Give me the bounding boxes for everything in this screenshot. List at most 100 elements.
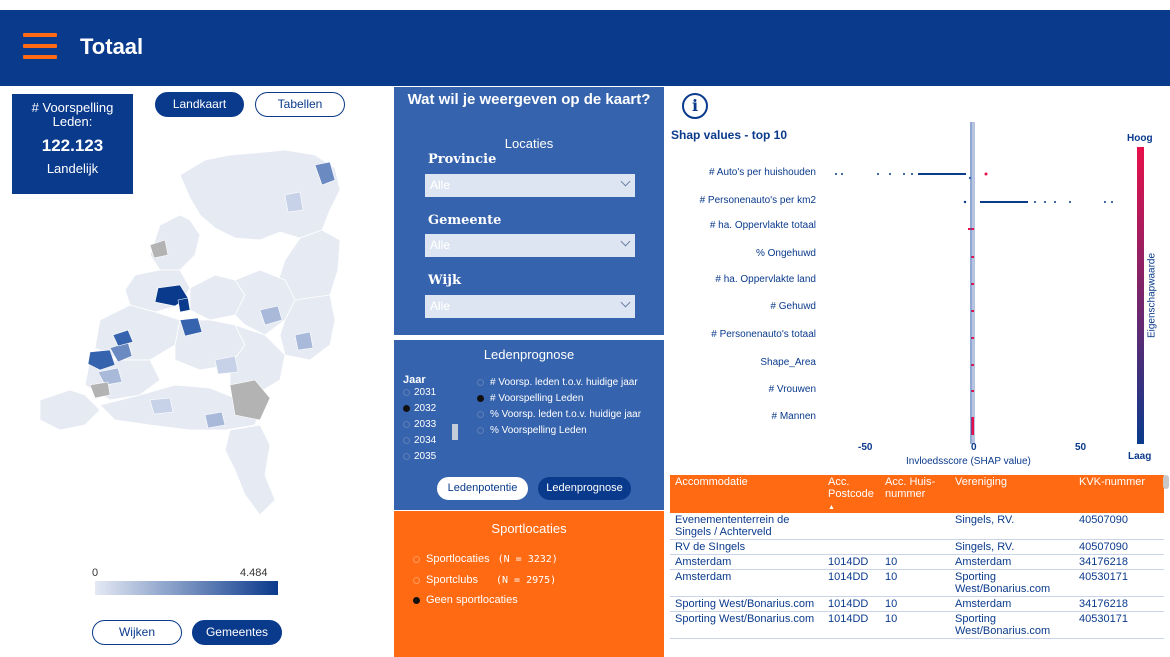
feature-label: % Ongehuwd [755,248,816,259]
chevron-down-icon [620,176,631,187]
map-legend-gradient [95,581,278,595]
table-cell: 10 [880,554,950,570]
year-label: 2034 [414,435,437,446]
table-cell: 34176218 [1074,596,1164,612]
info-icon[interactable]: i [682,93,708,119]
gemeentes-button[interactable]: Gemeentes [192,620,282,645]
jaar-label: Jaar [403,374,426,386]
option-voorspelling-leden[interactable]: # Voorspelling Leden [477,393,583,404]
map-region-amstelveen[interactable] [177,297,191,313]
gemeente-dropdown[interactable]: Alle [425,234,635,257]
year-list-scrollbar[interactable] [452,424,458,440]
option-label: % Voorspelling Leden [490,425,587,436]
map-region-gray-south[interactable] [89,381,111,399]
year-option-2032[interactable]: 2032 [403,403,436,414]
option-voorsp-leden-tov[interactable]: # Voorsp. leden t.o.v. huidige jaar [477,377,638,388]
feature-label: # Personenauto's totaal [711,329,816,340]
table-cell: Sporting West/Bonarius.com [950,569,1074,597]
year-option-2035[interactable]: 2035 [403,451,436,462]
option-count: (N = 2975) [495,574,557,586]
table-cell: 40530171 [1074,569,1164,597]
sport-option-sportclubs[interactable]: Sportclubs (N = 2975) [413,574,556,586]
filter-panel-title: Wat wil je weergeven op de kaart? [407,91,651,108]
year-option-2031[interactable]: 2031 [403,387,436,398]
table-cell: 40507090 [1074,513,1164,540]
table-cell: Sporting West/Bonarius.com [670,611,823,639]
year-label: 2031 [414,387,437,398]
radio-icon [477,411,484,418]
sport-option-sportlocaties[interactable]: Sportlocaties (N = 3232) [413,553,558,565]
table-row[interactable]: RV de SIngels Singels, RV. 40507090 [670,539,1164,555]
year-option-2034[interactable]: 2034 [403,435,436,446]
radio-icon [403,421,410,428]
wijk-dropdown[interactable]: Alle [425,295,635,318]
provincie-dropdown[interactable]: Alle [425,174,635,197]
table-cell: 1014DD [823,554,880,570]
feature-label: Shape_Area [760,357,816,368]
option-pct-voorsp-leden-tov[interactable]: % Voorsp. leden t.o.v. huidige jaar [477,409,641,420]
gemeente-label: Gemeente [428,213,502,228]
radio-selected-icon [477,395,484,402]
table-scrollbar[interactable] [1163,475,1169,489]
chevron-down-icon [620,236,631,247]
map-legend-max: 4.484 [240,567,268,579]
option-pct-voorspelling-leden[interactable]: % Voorspelling Leden [477,425,587,436]
radio-selected-icon [403,405,410,412]
table-cell: Sporting West/Bonarius.com [950,611,1074,639]
col-header-postcode[interactable]: Acc. Postcode ▲ [823,475,880,513]
radio-icon [403,453,410,460]
col-header-accommodatie[interactable]: Accommodatie [670,475,823,513]
table-cell [823,539,880,555]
year-label: 2033 [414,419,437,430]
tables-view-button[interactable]: Tabellen [255,92,345,117]
table-row[interactable]: Sporting West/Bonarius.com 1014DD 10 Amster… [670,596,1164,612]
colorbar-high-label: Hoog [1127,133,1153,144]
map-region-zeeland[interactable] [39,389,101,431]
radio-icon [403,437,410,444]
ledenprognose-button[interactable]: Ledenprognose [538,477,631,500]
radio-icon [413,555,420,563]
sport-option-geen[interactable]: Geen sportlocaties [413,594,518,606]
netherlands-choropleth-map[interactable] [30,120,360,520]
col-header-kvk[interactable]: KVK-nummer [1074,475,1164,513]
table-cell: 40530171 [1074,611,1164,639]
wijken-button[interactable]: Wijken [92,620,182,645]
option-label: # Voorsp. leden t.o.v. huidige jaar [490,377,638,388]
table-row[interactable]: Amsterdam 1014DD 10 Amsterdam 34176218 [670,554,1164,570]
option-label: Sportlocaties [426,553,490,565]
x-tick-50: 50 [1075,442,1087,453]
option-label: Geen sportlocaties [426,594,518,606]
colorbar-low-label: Laag [1128,451,1152,462]
top-strip [0,0,1170,10]
table-row[interactable]: Sporting West/Bonarius.com 1014DD 10 Sporti… [670,611,1164,639]
map-region-enschede[interactable] [294,331,314,351]
map-region-eindhoven[interactable] [204,411,226,429]
col-header-vereniging[interactable]: Vereniging [950,475,1074,513]
option-label: Sportclubs [426,574,478,586]
table-cell: 10 [880,569,950,597]
feature-label: # Gehuwd [770,301,816,312]
table-row[interactable]: Amsterdam 1014DD 10 Sporting West/Bonarius.… [670,569,1164,597]
map-region-leeuwarden[interactable] [284,191,304,213]
hamburger-menu-icon[interactable] [23,33,57,60]
map-view-button[interactable]: Landkaart [155,92,244,117]
wijk-label: Wijk [428,273,462,288]
radio-selected-icon [413,596,420,604]
map-region-limburg[interactable] [224,424,276,516]
map-region-breda[interactable] [149,397,174,415]
table-cell: Amsterdam [950,596,1074,612]
radio-icon [477,379,484,386]
table-row[interactable]: Evenemententerrein de Singels / Achterve… [670,513,1164,540]
table-cell: 1014DD [823,596,880,612]
provincie-label: Provincie [428,152,497,167]
colorbar-gradient [1137,147,1144,444]
radio-icon [403,389,410,396]
map-region-noord[interactable] [179,149,341,241]
col-header-huisnummer[interactable]: Acc. Huis-nummer [880,475,950,513]
feature-label: # ha. Oppervlakte land [715,274,816,285]
table-cell: Amsterdam [670,569,823,597]
sort-ascending-icon: ▲ [828,504,835,511]
ledenpotentie-button[interactable]: Ledenpotentie [437,477,528,500]
year-option-2033[interactable]: 2033 [403,419,436,430]
option-label: % Voorsp. leden t.o.v. huidige jaar [490,409,642,420]
